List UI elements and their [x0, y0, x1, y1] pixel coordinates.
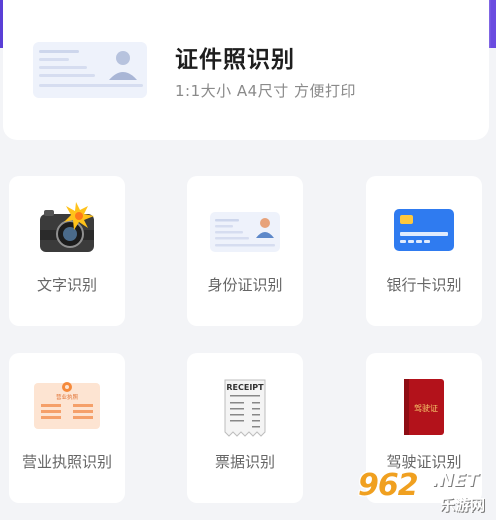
watermark-suffix: .NET [432, 470, 479, 491]
business-license-text: 营业执照 [56, 393, 79, 401]
bank-card-icon [394, 209, 454, 251]
tile-text-recognition[interactable]: 文字识别 [9, 176, 125, 326]
camera-flash-icon [40, 202, 94, 252]
id-photo-title: 证件照识别 [175, 47, 295, 73]
tile-receipt-recognition[interactable]: RECEIPT 票据识别 [187, 353, 303, 503]
driver-license-icon: 驾驶证 [404, 379, 444, 435]
business-license-icon: 营业执照 [34, 382, 100, 429]
watermark-number: 962 [358, 468, 419, 503]
tile-label: 营业执照识别 [21, 453, 112, 471]
site-watermark: 962 .NET 乐游网 [358, 466, 496, 520]
tile-bank-card-recognition[interactable]: 银行卡识别 [366, 176, 482, 326]
tile-label: 身份证识别 [207, 276, 283, 294]
tile-label: 文字识别 [36, 276, 97, 294]
receipt-heading: RECEIPT [226, 383, 264, 392]
id-photo-subtitle: 1:1大小 A4尺寸 方便打印 [175, 82, 356, 100]
tile-label: 银行卡识别 [386, 276, 462, 294]
id-card-illustration-icon [33, 42, 147, 98]
id-photo-card[interactable]: 证件照识别 1:1大小 A4尺寸 方便打印 [3, 0, 489, 140]
tile-id-card-recognition[interactable]: 身份证识别 [187, 176, 303, 326]
id-card-icon [210, 212, 280, 252]
driver-license-text: 驾驶证 [414, 403, 438, 413]
tile-label: 票据识别 [214, 453, 275, 471]
tile-business-license-recognition[interactable]: 营业执照 营业执照识别 [9, 353, 125, 503]
receipt-icon: RECEIPT [224, 379, 266, 437]
watermark-site: 乐游网 [440, 496, 486, 514]
